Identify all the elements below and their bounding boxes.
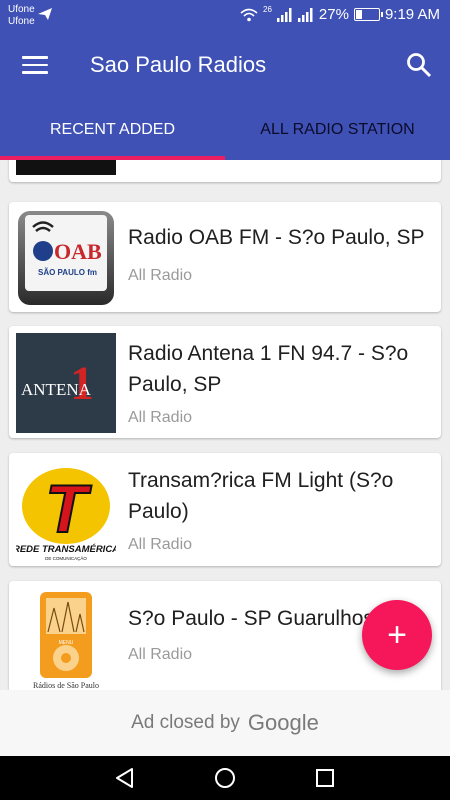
battery-icon [353, 8, 383, 21]
list-item[interactable]: OAB SÃO PAULO fm Radio OAB FM - S?o Paul… [9, 202, 441, 312]
station-logo [16, 160, 116, 175]
station-category: All Radio [128, 536, 193, 553]
station-logo: T REDE TRANSAMÉRICA DE COMUNICAÇÃO [16, 460, 116, 562]
network-label: 26 [263, 5, 272, 14]
wifi-icon [240, 8, 258, 21]
app-bar: Sao Paulo Radios [0, 32, 450, 100]
ad-banner: Ad closed by Google [0, 690, 450, 756]
station-title: Radio OAB FM - S?o Paulo, SP [128, 226, 425, 249]
ad-closed-text: Ad closed by [131, 712, 240, 733]
send-icon [38, 8, 52, 20]
menu-icon[interactable] [22, 56, 48, 76]
page-title: Sao Paulo Radios [90, 52, 267, 77]
tab-label: RECENT ADDED [49, 121, 176, 138]
logo-sub: Rádios de São Paulo [33, 681, 99, 690]
station-logo: MENU Rádios de São Paulo [16, 588, 116, 690]
carrier-label-1: Ufone [8, 4, 35, 15]
home-icon[interactable] [212, 766, 238, 790]
back-icon[interactable] [112, 766, 138, 790]
list-item[interactable]: T REDE TRANSAMÉRICA DE COMUNICAÇÃO Trans… [9, 453, 441, 566]
station-title-line-2: Paulo) [128, 500, 189, 523]
logo-text: ANTENA [21, 380, 92, 399]
system-nav-bar [0, 756, 450, 800]
tab-recent-added[interactable]: RECENT ADDED [0, 100, 225, 160]
battery-percent: 27% [318, 6, 349, 23]
station-category: All Radio [128, 646, 193, 663]
plus-icon: + [387, 616, 407, 654]
battery-level [355, 10, 362, 19]
list-item[interactable]: 1 ANTENA Radio Antena 1 FN 94.7 - S?o Pa… [9, 326, 441, 438]
station-category: All Radio [128, 267, 193, 284]
logo-letter: T [45, 471, 92, 547]
search-icon[interactable] [406, 52, 432, 78]
logo-text: OAB [54, 239, 102, 264]
station-category: All Radio [128, 409, 193, 426]
logo-sub: SÃO PAULO fm [38, 268, 97, 277]
station-title-line-1: Radio Antena 1 FN 94.7 - S?o [128, 342, 409, 365]
add-button[interactable]: + [362, 600, 432, 670]
tab-label: ALL RADIO STATION [260, 121, 415, 138]
recents-icon[interactable] [312, 766, 338, 790]
tab-all-radio-station[interactable]: ALL RADIO STATION [225, 100, 450, 160]
signal-icon-1 [276, 7, 292, 22]
tab-bar: RECENT ADDED ALL RADIO STATION [0, 100, 450, 160]
logo-menu: MENU [59, 640, 74, 646]
station-title-line-1: Transam?rica FM Light (S?o [128, 469, 394, 492]
list-item-partial[interactable] [9, 160, 441, 182]
station-title-line-2: Paulo, SP [128, 373, 222, 396]
google-logo: Google [247, 710, 319, 735]
status-bar: Ufone Ufone 26 27% 9:19 AM [0, 0, 450, 32]
station-logo: OAB SÃO PAULO fm [16, 209, 116, 307]
logo-sub: DE COMUNICAÇÃO [45, 555, 87, 561]
signal-icon-2 [297, 7, 313, 22]
logo-text: REDE TRANSAMÉRICA [16, 544, 116, 555]
carrier-label-2: Ufone [8, 16, 35, 27]
clock: 9:19 AM [384, 6, 440, 23]
station-logo: 1 ANTENA [16, 333, 116, 433]
